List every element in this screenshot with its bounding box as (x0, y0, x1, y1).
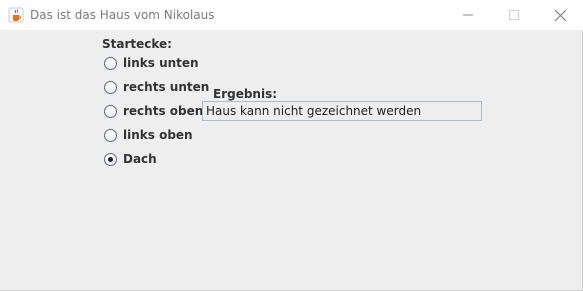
radio-rechts-oben[interactable]: rechts oben (104, 102, 203, 120)
radio-links-oben[interactable]: links oben (104, 126, 193, 144)
radio-button-icon[interactable] (104, 80, 117, 94)
window-title: Das ist das Haus vom Nikolaus (30, 8, 215, 22)
minimize-button[interactable] (445, 0, 491, 30)
app-window: Das ist das Haus vom Nikolaus Startecke:… (0, 0, 583, 291)
radio-label[interactable]: links unten (123, 56, 199, 70)
ergebnis-label: Ergebnis: (213, 87, 278, 101)
maximize-button[interactable] (491, 0, 537, 30)
maximize-icon (509, 10, 519, 20)
minimize-icon (463, 14, 473, 16)
radio-label[interactable]: links oben (123, 128, 193, 142)
radio-button-checked-icon[interactable] (104, 152, 117, 166)
radio-dach[interactable]: Dach (104, 150, 157, 168)
radio-links-unten[interactable]: links unten (104, 54, 199, 72)
close-button[interactable] (537, 0, 583, 30)
radio-label[interactable]: Dach (123, 152, 157, 166)
result-field[interactable]: Haus kann nicht gezeichnet werden (202, 101, 482, 121)
close-icon (555, 10, 566, 21)
radio-label[interactable]: rechts oben (123, 104, 203, 118)
radio-button-icon[interactable] (104, 128, 117, 142)
radio-button-icon[interactable] (104, 104, 117, 118)
java-cup-icon (8, 7, 24, 23)
title-bar[interactable]: Das ist das Haus vom Nikolaus (0, 0, 583, 30)
radio-label[interactable]: rechts unten (123, 80, 209, 94)
radio-rechts-unten[interactable]: rechts unten (104, 78, 209, 96)
radio-button-icon[interactable] (104, 56, 117, 70)
startecke-label: Startecke: (102, 37, 172, 51)
